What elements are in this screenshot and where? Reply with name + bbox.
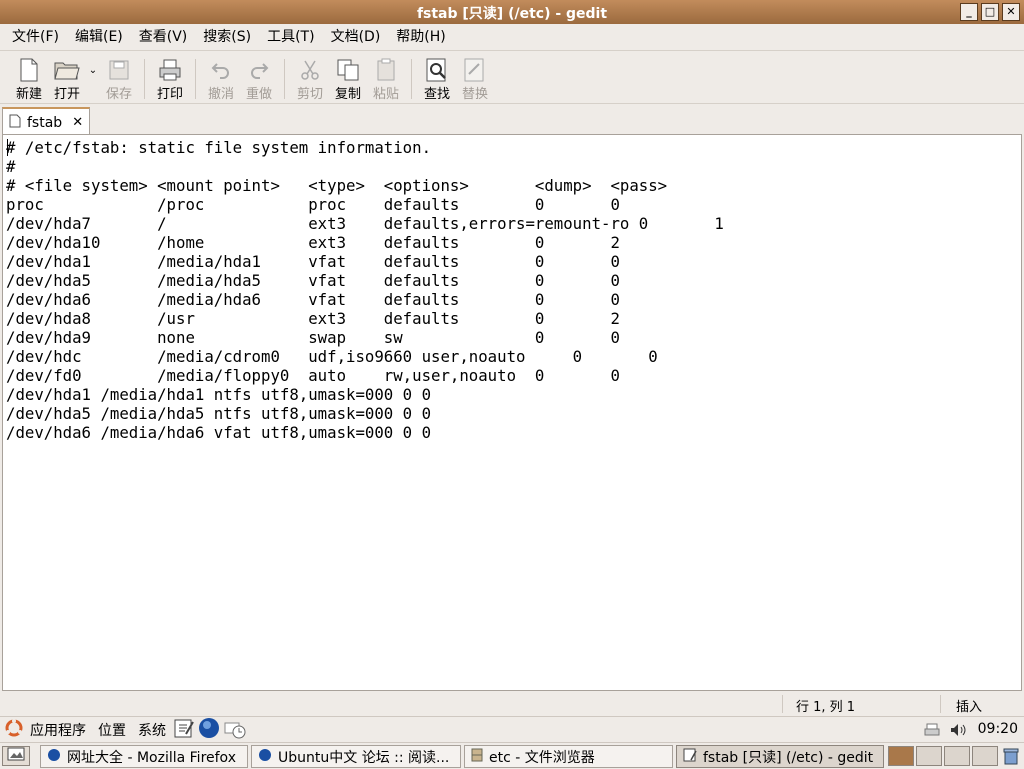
statusbar-divider xyxy=(940,695,941,713)
evolution-launcher-icon[interactable] xyxy=(222,717,248,743)
clock[interactable]: 09:20 xyxy=(978,721,1018,737)
find-icon xyxy=(424,57,450,83)
text-editor-icon xyxy=(683,748,697,766)
task-label: etc - 文件浏览器 xyxy=(489,749,595,766)
task-label: fstab [只读] (/etc) - gedit xyxy=(703,749,874,766)
new-button[interactable]: 新建 xyxy=(10,57,48,103)
new-label: 新建 xyxy=(15,87,42,102)
chevron-down-icon: ⌄ xyxy=(88,64,98,76)
new-document-icon xyxy=(16,57,42,83)
top-panel: 应用程序 位置 系统 09:20 xyxy=(0,716,1024,742)
scissors-icon xyxy=(297,57,323,83)
redo-icon xyxy=(246,57,272,83)
toolbar-separator xyxy=(284,59,285,99)
insert-mode: 插入 xyxy=(956,700,983,715)
toolbar-separator xyxy=(195,59,196,99)
redo-label: 重做 xyxy=(245,87,272,102)
tab-close-icon[interactable]: ✕ xyxy=(72,115,83,130)
menu-view[interactable]: 查看(V) xyxy=(131,24,196,51)
system-menu[interactable]: 系统 xyxy=(132,720,172,740)
text-editor[interactable]: # /etc/fstab: static file system informa… xyxy=(2,134,1022,691)
minimize-button[interactable]: _ xyxy=(960,3,978,21)
task-label: Ubuntu中文 论坛 :: 阅读... xyxy=(278,749,450,766)
toolbar-separator xyxy=(144,59,145,99)
replace-button[interactable]: 替换 xyxy=(456,57,494,103)
replace-label: 替换 xyxy=(461,87,488,102)
toolbar: 新建 打开 ⌄ 保存 打印 撤消 重做 剪切 复制 粘贴 查找 替换 xyxy=(0,52,1024,104)
undo-label: 撤消 xyxy=(207,87,234,102)
open-button[interactable]: 打开 xyxy=(48,57,86,103)
open-recent-dropdown[interactable]: ⌄ xyxy=(86,47,100,93)
text-editor-launcher-icon[interactable] xyxy=(172,718,196,742)
volume-icon[interactable] xyxy=(950,723,966,737)
workspace-4[interactable] xyxy=(972,746,998,766)
replace-icon xyxy=(462,57,488,83)
task-gedit[interactable]: fstab [只读] (/etc) - gedit xyxy=(676,745,884,768)
find-label: 查找 xyxy=(423,87,450,102)
document-tabs: fstab ✕ xyxy=(0,105,1024,136)
cursor-position: 行 1, 列 1 xyxy=(796,700,856,715)
workspace-2[interactable] xyxy=(916,746,942,766)
menu-documents[interactable]: 文档(D) xyxy=(323,24,389,51)
undo-button[interactable]: 撤消 xyxy=(202,57,240,103)
save-icon xyxy=(106,57,132,83)
print-button[interactable]: 打印 xyxy=(151,57,189,103)
save-label: 保存 xyxy=(105,87,132,102)
taskbar: 网址大全 - Mozilla Firefox Ubuntu中文 论坛 :: 阅读… xyxy=(0,742,1024,768)
copy-label: 复制 xyxy=(334,87,361,102)
text-cursor xyxy=(7,139,8,156)
printer-tray-icon[interactable] xyxy=(924,723,940,737)
editor-content: # /etc/fstab: static file system informa… xyxy=(6,138,724,442)
desktop-icon xyxy=(7,747,25,765)
menu-file[interactable]: 文件(F) xyxy=(4,24,67,51)
save-button[interactable]: 保存 xyxy=(100,57,138,103)
workspace-1[interactable] xyxy=(888,746,914,766)
copy-button[interactable]: 复制 xyxy=(329,57,367,103)
menu-help[interactable]: 帮助(H) xyxy=(388,24,453,51)
undo-icon xyxy=(208,57,234,83)
statusbar: 行 1, 列 1 插入 xyxy=(0,693,1024,715)
print-label: 打印 xyxy=(156,87,183,102)
redo-button[interactable]: 重做 xyxy=(240,57,278,103)
task-file-browser[interactable]: etc - 文件浏览器 xyxy=(464,745,673,768)
menu-tools[interactable]: 工具(T) xyxy=(259,24,322,51)
cut-label: 剪切 xyxy=(296,87,323,102)
window-titlebar[interactable]: fstab [只读] (/etc) - gedit _ □ ✕ xyxy=(0,0,1024,24)
copy-icon xyxy=(335,57,361,83)
open-label: 打开 xyxy=(53,87,80,102)
applications-menu[interactable]: 应用程序 xyxy=(24,720,92,740)
places-menu[interactable]: 位置 xyxy=(92,720,132,740)
tab-fstab[interactable]: fstab ✕ xyxy=(2,107,90,136)
firefox-launcher-icon[interactable] xyxy=(196,717,222,743)
file-cabinet-icon xyxy=(471,748,483,766)
tab-label: fstab xyxy=(27,114,63,131)
find-button[interactable]: 查找 xyxy=(418,57,456,103)
workspace-3[interactable] xyxy=(944,746,970,766)
firefox-icon xyxy=(258,748,272,766)
firefox-icon xyxy=(47,748,61,766)
trash-icon[interactable] xyxy=(1002,747,1020,769)
folder-open-icon xyxy=(54,57,80,83)
menu-search[interactable]: 搜索(S) xyxy=(195,24,259,51)
ubuntu-logo-icon[interactable] xyxy=(0,718,24,742)
maximize-button[interactable]: □ xyxy=(981,3,999,21)
cut-button[interactable]: 剪切 xyxy=(291,57,329,103)
task-ubuntu-forum[interactable]: Ubuntu中文 论坛 :: 阅读... xyxy=(251,745,461,768)
clipboard-icon xyxy=(373,57,399,83)
paste-button[interactable]: 粘贴 xyxy=(367,57,405,103)
paste-label: 粘贴 xyxy=(372,87,399,102)
menubar: 文件(F) 编辑(E) 查看(V) 搜索(S) 工具(T) 文档(D) 帮助(H… xyxy=(0,24,1024,51)
close-button[interactable]: ✕ xyxy=(1002,3,1020,21)
task-firefox[interactable]: 网址大全 - Mozilla Firefox xyxy=(40,745,248,768)
document-icon xyxy=(9,114,21,132)
printer-icon xyxy=(157,57,183,83)
show-desktop-button[interactable] xyxy=(2,746,30,766)
statusbar-divider xyxy=(782,695,783,713)
toolbar-separator xyxy=(411,59,412,99)
task-label: 网址大全 - Mozilla Firefox xyxy=(67,749,236,766)
window-title: fstab [只读] (/etc) - gedit xyxy=(416,6,608,22)
